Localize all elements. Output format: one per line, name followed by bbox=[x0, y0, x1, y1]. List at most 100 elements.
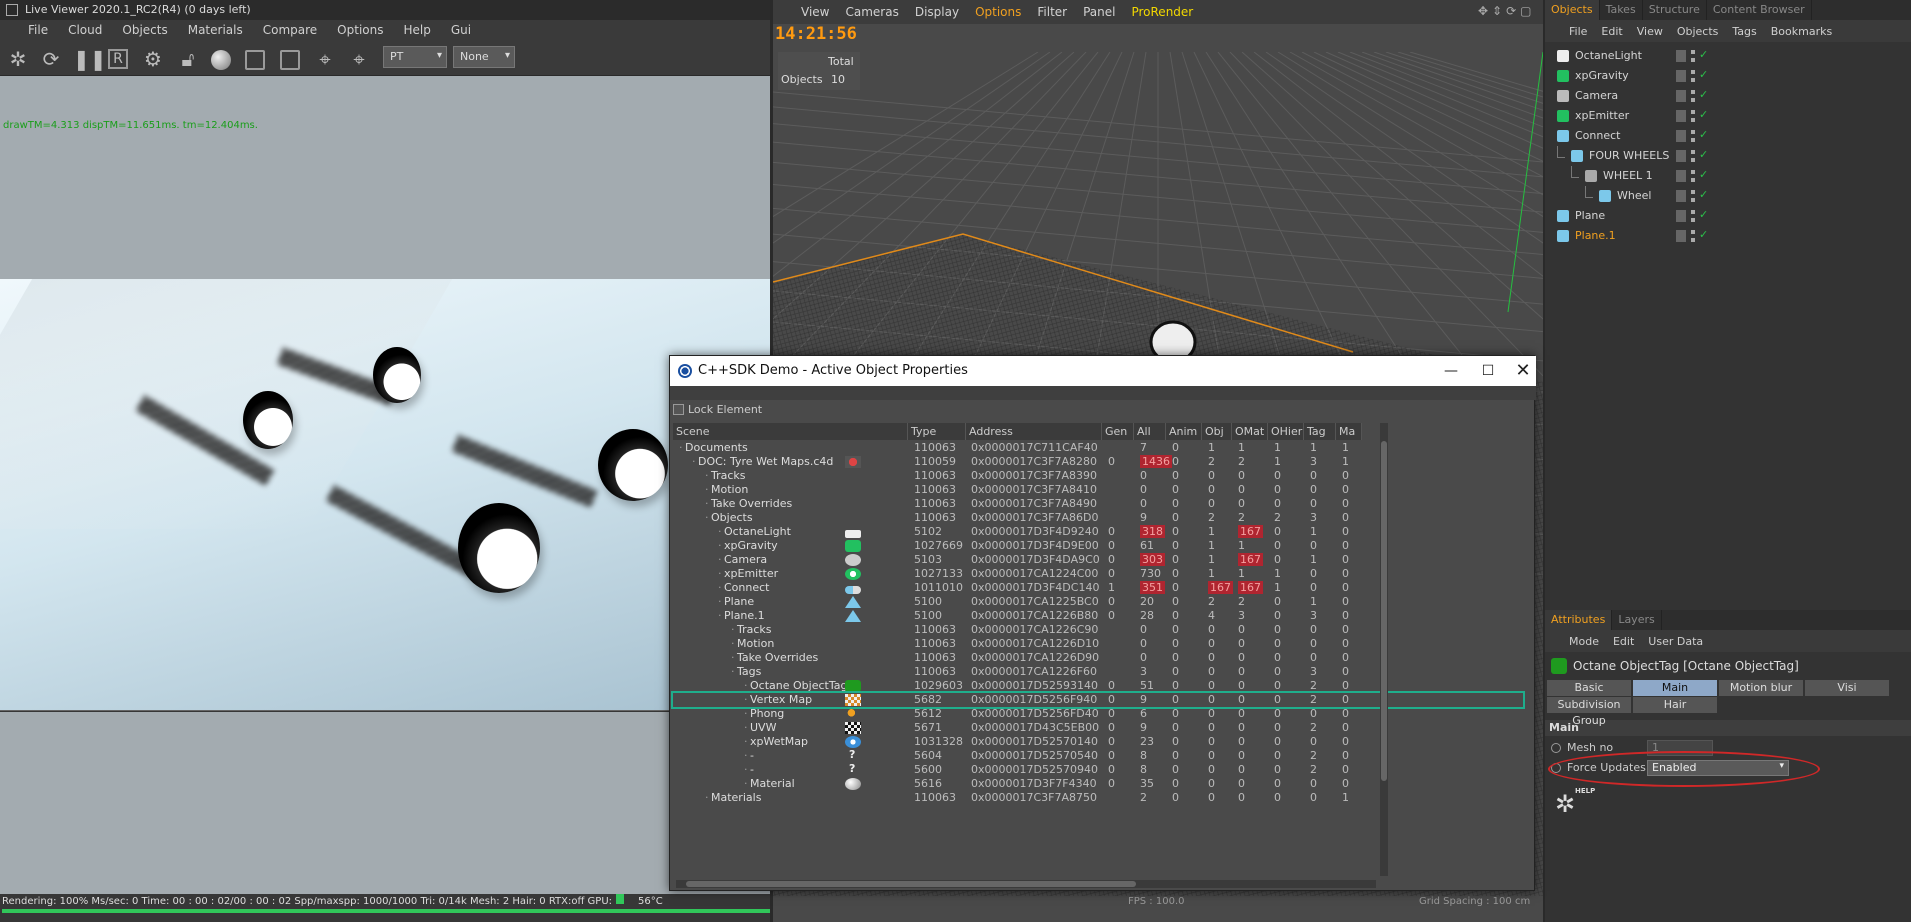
column-header-tag[interactable]: Tag bbox=[1304, 423, 1336, 440]
enabled-check-icon[interactable]: ✓ bbox=[1699, 68, 1708, 81]
tab-content-browser[interactable]: Content Browser bbox=[1707, 0, 1812, 20]
table-row[interactable]: · xpGravity 1027669 0x0000017D3F4D9E00 0 61 0 1… bbox=[673, 539, 1523, 553]
lock-icon[interactable]: 🔓︎ bbox=[176, 47, 200, 71]
tree-toggle-icon[interactable]: · bbox=[705, 497, 709, 510]
visibility-dots-icon[interactable] bbox=[1691, 170, 1695, 182]
tree-toggle-icon[interactable]: · bbox=[744, 777, 748, 790]
layer-toggle-icon[interactable] bbox=[1676, 150, 1686, 162]
tab-layers[interactable]: Layers bbox=[1612, 610, 1662, 630]
layer-toggle-icon[interactable] bbox=[1676, 230, 1686, 242]
close-button[interactable]: ✕ bbox=[1508, 360, 1538, 382]
tree-toggle-icon[interactable]: · bbox=[731, 623, 735, 636]
tree-toggle-icon[interactable]: · bbox=[718, 567, 722, 580]
tree-toggle-icon[interactable]: · bbox=[744, 735, 748, 748]
table-row[interactable]: · Documents 110063 0x0000017C711CAF40 7 0 1 1 1 1… bbox=[673, 441, 1523, 455]
view-menu-options[interactable]: Options bbox=[975, 5, 1021, 19]
table-row[interactable]: · Motion 110063 0x0000017C3F7A8410 0 0 0 0 0 0 0 bbox=[673, 483, 1523, 497]
column-header-obj[interactable]: Obj bbox=[1202, 423, 1232, 440]
table-row[interactable]: · -? 5604 0x0000017D52570540 0 8 0 0 0 0 2 0 bbox=[673, 748, 1523, 763]
tree-toggle-icon[interactable]: · bbox=[718, 595, 722, 608]
attr-menu-user-data[interactable]: User Data bbox=[1648, 635, 1703, 648]
tree-toggle-icon[interactable]: · bbox=[731, 637, 735, 650]
tree-toggle-icon[interactable]: · bbox=[718, 553, 722, 566]
column-header-gen[interactable]: Gen bbox=[1102, 423, 1134, 440]
om-menu-bookmarks[interactable]: Bookmarks bbox=[1771, 25, 1832, 38]
pin-m-icon[interactable]: ⌖ bbox=[347, 47, 371, 71]
enabled-check-icon[interactable]: ✓ bbox=[1699, 188, 1708, 201]
tree-toggle-icon[interactable]: · bbox=[744, 693, 748, 706]
table-row[interactable]: · UVW 5671 0x0000017D43C5EB00 0 9 0 0 0 0 2 0 bbox=[673, 721, 1523, 735]
attribute-group-hair[interactable]: Hair bbox=[1633, 697, 1717, 713]
column-header-ohier[interactable]: OHier bbox=[1268, 423, 1304, 440]
refresh-icon[interactable]: ⟳ bbox=[39, 47, 63, 71]
tab-takes[interactable]: Takes bbox=[1600, 0, 1643, 20]
tree-toggle-icon[interactable]: · bbox=[731, 665, 735, 678]
octane-help-icon[interactable]: ✲ bbox=[1555, 790, 1575, 818]
menu-objects[interactable]: Objects bbox=[122, 23, 167, 37]
menu-help[interactable]: Help bbox=[403, 23, 430, 37]
view-menu-filter[interactable]: Filter bbox=[1037, 5, 1067, 19]
layer-toggle-icon[interactable] bbox=[1676, 110, 1686, 122]
object-row[interactable]: OctaneLight ✓ bbox=[1545, 46, 1911, 66]
object-row[interactable]: Plane.1 ✓ bbox=[1545, 226, 1911, 246]
visibility-dots-icon[interactable] bbox=[1691, 150, 1695, 162]
tab-objects[interactable]: Objects bbox=[1545, 0, 1600, 20]
object-row[interactable]: Plane ✓ bbox=[1545, 206, 1911, 226]
table-row[interactable]: · Plane.1 5100 0x0000017CA1226B80 0 28 0 4 3 0 3 0 bbox=[673, 609, 1523, 623]
tree-toggle-icon[interactable]: · bbox=[679, 441, 683, 454]
layer-toggle-icon[interactable] bbox=[1676, 70, 1686, 82]
column-header-scene[interactable]: Scene bbox=[673, 423, 908, 440]
table-row[interactable]: · DOC: Tyre Wet Maps.c4d 110059 0x0000017C3… bbox=[673, 455, 1523, 469]
tree-toggle-icon[interactable]: · bbox=[718, 525, 722, 538]
lock-element-checkbox[interactable] bbox=[673, 404, 684, 415]
enabled-check-icon[interactable]: ✓ bbox=[1699, 108, 1708, 121]
object-row[interactable]: WHEEL 1 ✓ bbox=[1545, 166, 1911, 186]
layer-toggle-icon[interactable] bbox=[1676, 210, 1686, 222]
object-row[interactable]: Camera ✓ bbox=[1545, 86, 1911, 106]
table-row[interactable]: · OctaneLight 5102 0x0000017D3F4D9240 0 318 0 1… bbox=[673, 525, 1523, 539]
visibility-dots-icon[interactable] bbox=[1691, 210, 1695, 222]
enabled-check-icon[interactable]: ✓ bbox=[1699, 88, 1708, 101]
attribute-group-basic[interactable]: Basic bbox=[1547, 680, 1631, 696]
tree-toggle-icon[interactable]: · bbox=[718, 581, 722, 594]
tree-toggle-icon[interactable]: · bbox=[705, 483, 709, 496]
settings-icon[interactable]: ⚙ bbox=[141, 47, 165, 71]
om-menu-file[interactable]: File bbox=[1569, 25, 1587, 38]
tree-toggle-icon[interactable]: · bbox=[744, 763, 748, 776]
om-menu-objects[interactable]: Objects bbox=[1677, 25, 1719, 38]
menu-materials[interactable]: Materials bbox=[188, 23, 243, 37]
column-header-all[interactable]: All bbox=[1134, 423, 1166, 440]
visibility-dots-icon[interactable] bbox=[1691, 230, 1695, 242]
tree-toggle-icon[interactable]: · bbox=[718, 539, 722, 552]
enabled-check-icon[interactable]: ✓ bbox=[1699, 168, 1708, 181]
table-row[interactable]: · Connect 1011010 0x0000017D3F4DC140 1 351 0 16… bbox=[673, 581, 1523, 595]
table-row[interactable]: · Material 5616 0x0000017D3F7F4340 0 35 0 0 0 0 0 0 bbox=[673, 777, 1523, 791]
column-header-type[interactable]: Type bbox=[908, 423, 966, 440]
minimize-button[interactable]: — bbox=[1436, 360, 1466, 382]
attribute-group-subdivision-group[interactable]: Subdivision Group bbox=[1547, 697, 1631, 727]
tree-toggle-icon[interactable]: · bbox=[692, 455, 696, 468]
layer-toggle-icon[interactable] bbox=[1676, 170, 1686, 182]
menu-cloud[interactable]: Cloud bbox=[68, 23, 102, 37]
maximize-button[interactable]: ☐ bbox=[1473, 360, 1503, 382]
enabled-check-icon[interactable]: ✓ bbox=[1699, 148, 1708, 161]
tree-toggle-icon[interactable]: · bbox=[744, 721, 748, 734]
object-row[interactable]: xpEmitter ✓ bbox=[1545, 106, 1911, 126]
enabled-check-icon[interactable]: ✓ bbox=[1699, 228, 1708, 241]
enabled-check-icon[interactable]: ✓ bbox=[1699, 208, 1708, 221]
scrollbar-thumb[interactable] bbox=[1381, 441, 1387, 781]
column-header-anim[interactable]: Anim bbox=[1166, 423, 1202, 440]
layer-toggle-icon[interactable] bbox=[1676, 190, 1686, 202]
vertical-scrollbar[interactable] bbox=[1380, 423, 1388, 876]
table-row[interactable]: · Objects 110063 0x0000017C3F7A86D0 9 0 2 2 2 3 0 bbox=[673, 511, 1523, 525]
visibility-dots-icon[interactable] bbox=[1691, 50, 1695, 62]
material-ball-icon[interactable] bbox=[211, 50, 231, 70]
scrollbar-thumb[interactable] bbox=[686, 881, 1136, 887]
view-menu-cameras[interactable]: Cameras bbox=[845, 5, 898, 19]
mode-dropdown[interactable]: PT bbox=[383, 46, 447, 68]
tree-toggle-icon[interactable]: · bbox=[705, 791, 709, 804]
square-icon[interactable] bbox=[245, 50, 265, 70]
attr-menu-edit[interactable]: Edit bbox=[1613, 635, 1634, 648]
table-row[interactable]: · xpWetMap 1031328 0x0000017D52570140 0 23 0 0 0… bbox=[673, 735, 1523, 749]
om-menu-edit[interactable]: Edit bbox=[1601, 25, 1622, 38]
